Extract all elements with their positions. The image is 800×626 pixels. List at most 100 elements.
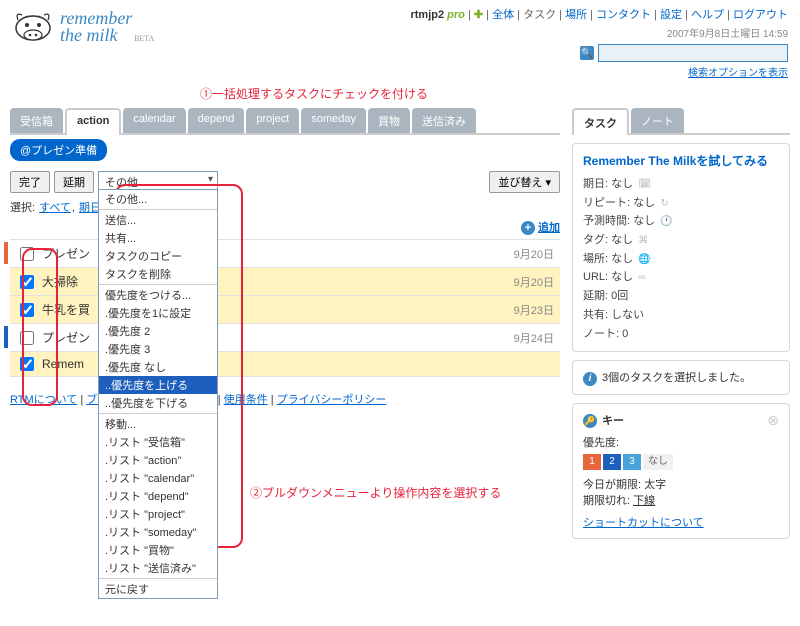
dropdown-item[interactable]: .優先度 2 xyxy=(99,322,217,340)
task-date: 9月23日 xyxy=(514,302,554,318)
priority-none-swatch: なし xyxy=(643,454,673,470)
dropdown-item[interactable]: .リスト "送信済み" xyxy=(99,559,217,577)
footer-links: RTMについて | ブロ ヘルプ | 使用条件 | プライバシーポリシー xyxy=(10,391,560,407)
datetime: 2007年9月8日土曜日 14:59 xyxy=(410,25,788,40)
clock-icon: 🕐 xyxy=(660,216,672,227)
dropdown-item[interactable]: .リスト "action" xyxy=(99,451,217,469)
detail-tab-ノート[interactable]: ノート xyxy=(631,108,684,133)
detail-title[interactable]: Remember The Milkを試してみる xyxy=(583,152,779,169)
calendar-icon: 🗓 xyxy=(638,179,651,190)
dropdown-item[interactable]: 優先度をつける... xyxy=(99,286,217,304)
detail-tabs: タスクノート xyxy=(572,108,790,135)
tab-someday[interactable]: someday xyxy=(301,108,366,133)
footer-privacy[interactable]: プライバシーポリシー xyxy=(277,394,387,406)
footer-about[interactable]: RTMについて xyxy=(10,394,77,406)
task-checkbox[interactable] xyxy=(20,331,34,345)
repeat-icon: ↻ xyxy=(660,198,668,209)
dropdown-item[interactable]: 共有... xyxy=(99,229,217,247)
priority-1-swatch: 1 xyxy=(583,454,601,470)
info-box: i3個のタスクを選択しました。 xyxy=(572,360,790,395)
dropdown-item[interactable]: .リスト "受信箱" xyxy=(99,433,217,451)
task-list: プレゼン9月20日大掃除9月20日牛乳を買9月23日プレゼン9月24日Remem xyxy=(10,239,560,377)
dropdown-item[interactable]: 移動... xyxy=(99,415,217,433)
select-all[interactable]: すべて xyxy=(39,202,71,214)
pro-badge: pro xyxy=(447,9,465,21)
nav-task: タスク xyxy=(523,9,556,21)
search-options-link[interactable]: 検索オプションを表示 xyxy=(688,68,788,79)
dropdown-item[interactable]: .リスト "depend" xyxy=(99,487,217,505)
task-row[interactable]: プレゼン9月20日 xyxy=(10,239,560,267)
dropdown-item[interactable]: .リスト "someday" xyxy=(99,523,217,541)
shortcuts-link[interactable]: ショートカットについて xyxy=(583,517,704,529)
dropdown-item[interactable]: .リスト "買物" xyxy=(99,541,217,559)
complete-button[interactable]: 完了 xyxy=(10,171,50,193)
username: rtmjp2 xyxy=(410,9,444,21)
detail-tab-タスク[interactable]: タスク xyxy=(572,108,629,135)
tag-icon: ⌘ xyxy=(638,235,648,246)
tab-depend[interactable]: depend xyxy=(188,108,245,133)
priority-3-swatch: 3 xyxy=(623,454,641,470)
key-box: ⊗ 🔑キー 優先度: 1 2 3 なし 今日が期限: 太字 期限切れ: 下線 シ… xyxy=(572,403,790,539)
tab-送信済み[interactable]: 送信済み xyxy=(412,108,476,133)
cow-icon xyxy=(12,6,54,44)
close-icon[interactable]: ⊗ xyxy=(767,412,779,429)
task-detail-box: Remember The Milkを試してみる 期日: なし 🗓 リピート: な… xyxy=(572,143,790,352)
dropdown-item[interactable]: 元に戻す xyxy=(99,580,217,598)
task-row[interactable]: Remem xyxy=(10,351,560,377)
tab-calendar[interactable]: calendar xyxy=(123,108,185,133)
dropdown-item[interactable]: ..優先度を上げる xyxy=(99,376,217,394)
dropdown-item[interactable]: タスクのコピー xyxy=(99,247,217,265)
more-actions-dropdown: その他... 送信...共有...タスクのコピータスクを削除優先度をつける....… xyxy=(98,189,218,599)
nav-all[interactable]: 全体 xyxy=(492,9,514,21)
link-icon: ∞ xyxy=(638,272,645,283)
dropdown-item[interactable]: タスクを削除 xyxy=(99,265,217,283)
list-tabs: 受信箱actioncalendardependprojectsomeday買物送… xyxy=(10,108,560,135)
dropdown-item[interactable]: .リスト "calendar" xyxy=(99,469,217,487)
nav-place[interactable]: 場所 xyxy=(565,9,587,21)
dropdown-item[interactable]: .優先度 3 xyxy=(99,340,217,358)
add-task-link[interactable]: 追加 xyxy=(538,222,560,234)
globe-icon: 🌐 xyxy=(638,254,650,265)
task-checkbox[interactable] xyxy=(20,303,34,317)
nav-contact[interactable]: コンタクト xyxy=(596,9,651,21)
annotation-1: ①一括処理するタスクにチェックを付ける xyxy=(200,85,800,102)
dropdown-item[interactable]: 送信... xyxy=(99,211,217,229)
search-input[interactable] xyxy=(598,44,788,62)
task-row[interactable]: 牛乳を買9月23日 xyxy=(10,295,560,323)
nav-logout[interactable]: ログアウト xyxy=(733,9,788,21)
task-date: 9月20日 xyxy=(514,246,554,262)
dropdown-item[interactable]: その他... xyxy=(99,190,217,208)
footer-terms[interactable]: 使用条件 xyxy=(224,394,268,406)
tab-買物[interactable]: 買物 xyxy=(368,108,410,133)
dropdown-item[interactable]: .リスト "project" xyxy=(99,505,217,523)
context-tag[interactable]: @プレゼン準備 xyxy=(10,139,107,161)
dropdown-item[interactable]: .優先度を1に設定 xyxy=(99,304,217,322)
key-icon: 🔑 xyxy=(583,414,597,428)
task-checkbox[interactable] xyxy=(20,247,34,261)
add-icon: + xyxy=(521,221,535,235)
search-icon: 🔍 xyxy=(580,46,594,60)
nav-settings[interactable]: 設定 xyxy=(660,9,682,21)
dropdown-item[interactable]: ..優先度を下げる xyxy=(99,394,217,412)
tab-project[interactable]: project xyxy=(246,108,299,133)
tab-受信箱[interactable]: 受信箱 xyxy=(10,108,63,133)
nav-help[interactable]: ヘルプ xyxy=(691,9,724,21)
dropdown-item[interactable]: .優先度 なし xyxy=(99,358,217,376)
task-row[interactable]: プレゼン9月24日 xyxy=(10,323,560,351)
task-row[interactable]: 大掃除9月20日 xyxy=(10,267,560,295)
task-date: 9月24日 xyxy=(514,330,554,346)
tab-action[interactable]: action xyxy=(65,108,121,135)
task-date: 9月20日 xyxy=(514,274,554,290)
logo-text: rememberthe milk BETA xyxy=(60,6,132,44)
task-checkbox[interactable] xyxy=(20,275,34,289)
priority-bar xyxy=(4,326,8,348)
annotation-2: ②プルダウンメニューより操作内容を選択する xyxy=(250,484,501,501)
info-icon: i xyxy=(583,372,597,386)
sort-button[interactable]: 並び替え ▾ xyxy=(489,171,560,193)
postpone-button[interactable]: 延期 xyxy=(54,171,94,193)
top-nav: rtmjp2 pro | ✚ | 全体 | タスク | 場所 | コンタクト |… xyxy=(410,6,788,22)
task-checkbox[interactable] xyxy=(20,357,34,371)
priority-2-swatch: 2 xyxy=(603,454,621,470)
priority-bar xyxy=(4,242,8,264)
logo[interactable]: rememberthe milk BETA xyxy=(12,6,132,44)
